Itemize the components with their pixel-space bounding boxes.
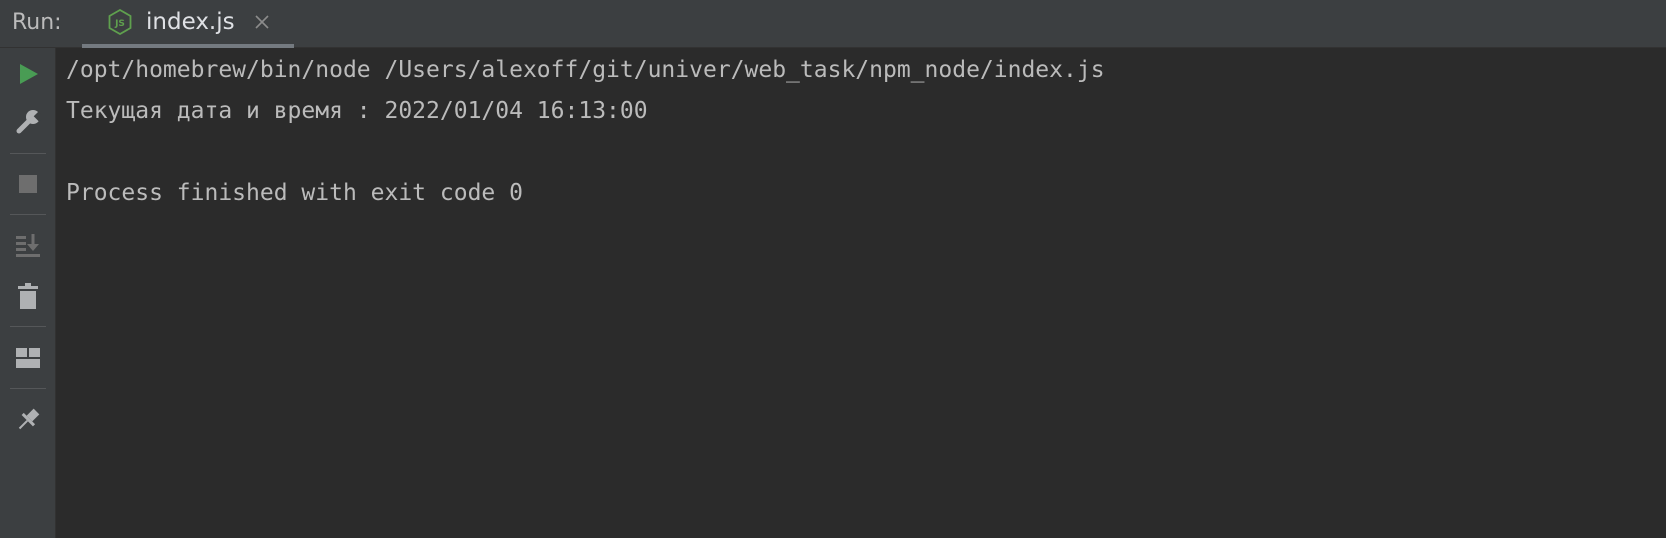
- svg-text:JS: JS: [114, 19, 125, 29]
- run-toolbar: [0, 48, 56, 538]
- play-icon: [20, 64, 38, 84]
- scroll-to-end-button[interactable]: [10, 228, 46, 264]
- console-line-output: Текущая дата и время : 2022/01/04 16:13:…: [66, 98, 648, 124]
- run-tool-window: Run: JS index.js /opt/homebrew/bin/node …: [0, 0, 1666, 538]
- nodejs-icon: JS: [108, 8, 132, 36]
- close-icon[interactable]: [252, 12, 272, 32]
- tab-index-js[interactable]: JS index.js: [82, 0, 294, 48]
- pin-tab-button[interactable]: [10, 402, 46, 438]
- layout-button[interactable]: [10, 340, 46, 376]
- stop-icon: [19, 175, 37, 193]
- modify-run-configuration-button[interactable]: [10, 104, 46, 140]
- console-output[interactable]: /opt/homebrew/bin/node /Users/alexoff/gi…: [56, 48, 1666, 538]
- tab-label: index.js: [146, 9, 235, 35]
- layout-icon: [16, 348, 40, 368]
- run-tool-window-header: Run: JS index.js: [0, 0, 1666, 48]
- toolbar-separator: [10, 214, 46, 215]
- wrench-icon: [16, 110, 42, 134]
- rerun-button[interactable]: [10, 56, 46, 92]
- console-line-exit-status: Process finished with exit code 0: [66, 180, 523, 206]
- toolbar-separator: [10, 153, 46, 154]
- run-label: Run:: [12, 10, 62, 35]
- toolbar-separator: [10, 388, 46, 389]
- stop-button[interactable]: [10, 166, 46, 202]
- pin-icon: [18, 408, 40, 430]
- scroll-to-end-icon: [16, 234, 40, 257]
- console-line-command: /opt/homebrew/bin/node /Users/alexoff/gi…: [66, 57, 1105, 83]
- toolbar-separator: [10, 326, 46, 327]
- trash-icon: [18, 283, 38, 309]
- clear-all-button[interactable]: [10, 278, 46, 314]
